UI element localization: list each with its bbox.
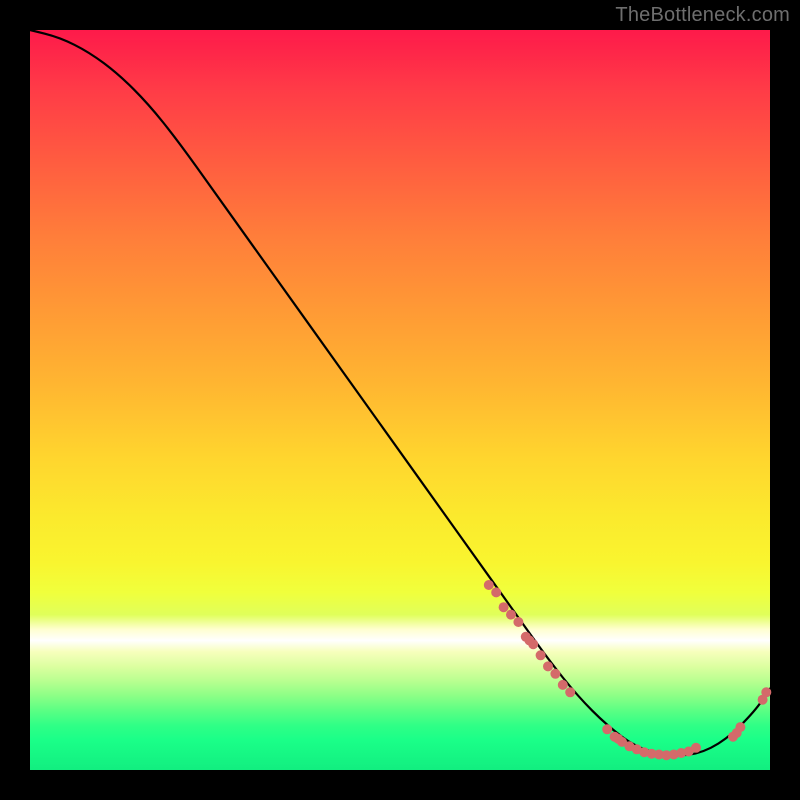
data-point: [691, 743, 701, 753]
curve-line: [30, 30, 770, 755]
data-point: [513, 617, 523, 627]
data-point: [536, 650, 546, 660]
data-point: [558, 680, 568, 690]
data-point: [506, 610, 516, 620]
data-points-group: [484, 580, 772, 760]
watermark-text: TheBottleneck.com: [615, 4, 790, 27]
chart-plot-area: [30, 30, 770, 770]
chart-stage: TheBottleneck.com: [0, 0, 800, 800]
data-point: [484, 580, 494, 590]
data-point: [735, 722, 745, 732]
data-point: [761, 687, 771, 697]
data-point: [550, 669, 560, 679]
data-point: [543, 661, 553, 671]
chart-svg: [30, 30, 770, 770]
data-point: [491, 587, 501, 597]
data-point: [602, 724, 612, 734]
data-point: [565, 687, 575, 697]
data-point: [528, 639, 538, 649]
data-point: [499, 602, 509, 612]
